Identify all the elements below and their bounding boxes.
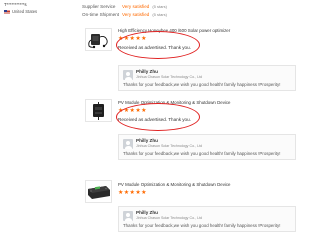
user-avatar-icon xyxy=(123,70,133,80)
user-avatar-icon xyxy=(123,139,133,149)
reply-text: Thanks for your feedback,we wish you goo… xyxy=(123,223,281,228)
us-flag-icon xyxy=(4,10,10,14)
supplier-reply: Philly Zhu Jinhua Chasun Solar Technolog… xyxy=(118,65,296,91)
review-comment: Received as advertised. Thank you. xyxy=(118,45,191,50)
reply-author-name: Philly Zhu xyxy=(136,69,158,74)
summary-row-on-time-shipment: On-time Shipment Very satisfied (5 stars… xyxy=(82,10,292,18)
product-title-link[interactable]: PV Module Optimization & Monitoring & Sh… xyxy=(118,100,238,106)
summary-value: Very satisfied xyxy=(122,11,150,17)
product-thumbnail[interactable] xyxy=(85,99,113,123)
reply-company: Jinhua Chasun Solar Technology Co., Ltd xyxy=(136,143,203,148)
feedback-page: T***********s United States Supplier Ser… xyxy=(0,0,300,247)
supplier-reply: Philly Zhu Jinhua Chasun Solar Technolog… xyxy=(118,206,296,232)
product-title-link[interactable]: High Efficiency Honeybee 400 /600 Solar … xyxy=(118,28,238,34)
reply-author-name: Philly Zhu xyxy=(136,210,158,215)
star-rating: ★★★★★ xyxy=(118,190,147,196)
reply-author-name: Philly Zhu xyxy=(136,138,158,143)
star-rating: ★★★★★ xyxy=(118,36,147,42)
rating-summary: Supplier Service Very satisfied (5 stars… xyxy=(82,2,292,18)
summary-count: (5 stars) xyxy=(152,3,167,9)
product-thumbnail[interactable] xyxy=(85,180,113,204)
product-title-link[interactable]: PV Module Optimization & Monitoring & Sh… xyxy=(118,182,238,188)
reviewer-country: United States xyxy=(4,9,74,15)
reviewer-info: T***********s United States xyxy=(4,2,74,15)
summary-row-supplier-service: Supplier Service Very satisfied (5 stars… xyxy=(82,2,292,10)
reply-company: Jinhua Chasun Solar Technology Co., Ltd xyxy=(136,74,203,79)
supplier-reply: Philly Zhu Jinhua Chasun Solar Technolog… xyxy=(118,134,296,160)
summary-value: Very satisfied xyxy=(122,3,150,9)
reply-text: Thanks for your feedback,we wish you goo… xyxy=(123,82,281,87)
user-avatar-icon xyxy=(123,211,133,221)
review-comment: Received as advertised. Thank you. xyxy=(118,117,191,122)
star-rating: ★★★★★ xyxy=(118,108,147,114)
summary-label: Supplier Service xyxy=(82,3,116,9)
reply-company: Jinhua Chasun Solar Technology Co., Ltd xyxy=(136,215,203,220)
summary-count: (5 stars) xyxy=(152,11,167,17)
reviewer-country-label: United States xyxy=(12,9,38,14)
reviewer-name: T***********s xyxy=(4,2,27,7)
product-thumbnail[interactable] xyxy=(85,28,113,52)
reply-text: Thanks for your feedback,we wish you goo… xyxy=(123,151,281,156)
summary-label: On-time Shipment xyxy=(82,11,120,17)
